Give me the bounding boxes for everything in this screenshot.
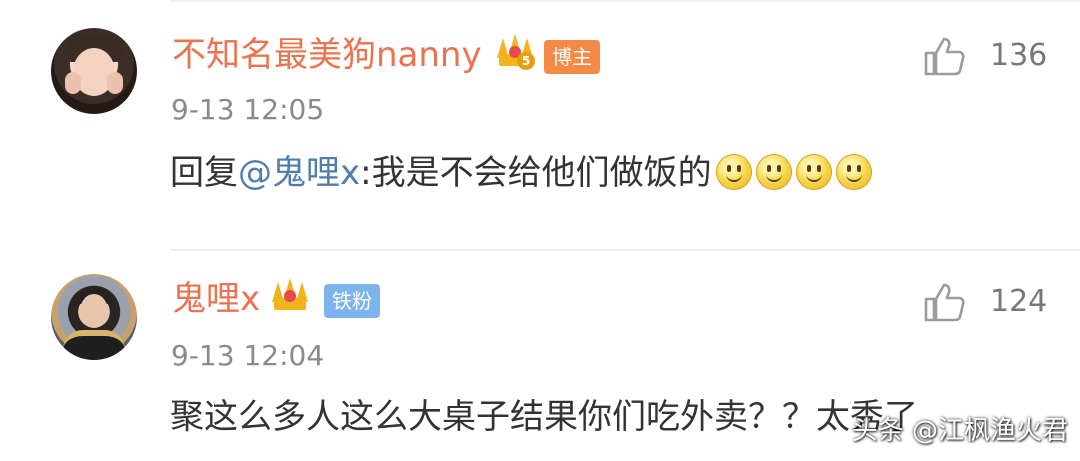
avatar[interactable] [51,28,137,114]
smile-emoji-icon [755,154,792,190]
comment-body: 聚这么多人这么大桌子结果你们吃外卖？？太秀了 [170,397,918,437]
avatar[interactable] [51,274,137,360]
mention-link[interactable]: @鬼哩x [238,153,360,193]
comment-item: 不知名最美狗nanny 5 博主 136 9-13 12:05 回复@鬼哩x:我… [0,0,1080,249]
comment-time: 9-13 12:05 [171,93,325,126]
username[interactable]: 鬼哩x [172,279,260,319]
watermark: 头条 @江枫渔火君 [851,416,1068,446]
fan-badge: 铁粉 [324,284,380,318]
comment-text: 回复@鬼哩x:我是不会给他们做饭的 [170,151,872,195]
crown-icon: 5 [495,32,535,70]
thumbs-up-icon [924,37,965,76]
like-count: 124 [990,284,1048,319]
crown-icon [270,276,310,314]
reply-prefix: 回复 [170,153,238,193]
like-button[interactable]: 136 [918,32,1048,82]
username[interactable]: 不知名最美狗nanny [172,35,482,75]
smile-emoji-icon [715,154,752,190]
blogger-badge: 博主 [544,40,600,74]
comment-text: 聚这么多人这么大桌子结果你们吃外卖？？太秀了 [170,395,918,439]
comment-time: 9-13 12:04 [171,339,325,372]
like-count: 136 [990,38,1048,73]
smile-emoji-icon [795,154,832,190]
thumbs-up-icon [924,283,965,322]
smile-emoji-icon [835,154,872,190]
avatar-hand-right [107,72,123,94]
avatar-hand-left [65,72,81,94]
crown-level: 5 [517,52,535,70]
like-button[interactable]: 124 [918,278,1048,328]
avatar-body [63,330,125,360]
comment-body: :我是不会给他们做饭的 [360,153,712,193]
avatar-face [80,294,108,328]
